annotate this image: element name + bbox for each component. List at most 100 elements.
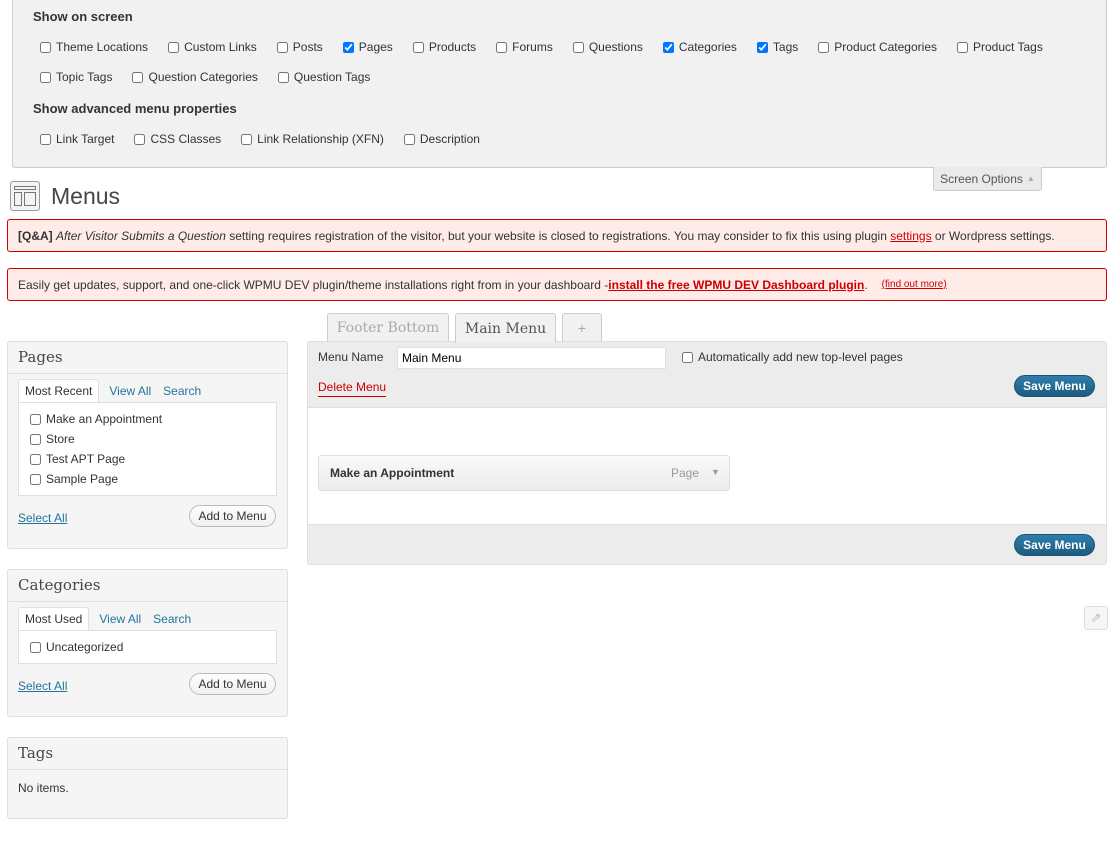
notice-setting: After Visitor Submits a Question (56, 228, 226, 243)
list-item[interactable]: Make an Appointment (30, 412, 162, 426)
chevron-down-icon[interactable]: ▼ (711, 467, 720, 477)
delete-menu-link[interactable]: Delete Menu (318, 380, 387, 397)
option-questions[interactable]: Questions (572, 40, 643, 54)
checkbox[interactable] (40, 133, 51, 145)
add-menu-tab[interactable]: + (562, 313, 602, 342)
checkbox[interactable] (756, 41, 768, 53)
pages-subtabs: Most Recent View All Search (18, 379, 207, 402)
option-link-target[interactable]: Link Target (40, 132, 114, 146)
option-css-classes[interactable]: CSS Classes (134, 132, 221, 146)
checkbox[interactable] (134, 133, 146, 145)
option-custom-links[interactable]: Custom Links (168, 40, 257, 54)
checkbox[interactable] (132, 71, 144, 83)
checkbox[interactable] (342, 41, 354, 53)
checkbox[interactable] (168, 41, 180, 53)
share-icon[interactable]: ⇗ (1084, 606, 1108, 630)
menus-icon (10, 181, 40, 211)
checkbox[interactable] (30, 453, 41, 465)
page-title: Menus (51, 183, 121, 209)
tab-footer-bottom[interactable]: Footer Bottom (327, 313, 449, 342)
tab-view-all[interactable]: View All (93, 608, 147, 630)
screen-options-panel: Show on screen Theme Locations Custom Li… (12, 0, 1107, 168)
list-item[interactable]: Test APT Page (30, 452, 125, 466)
qa-notice: [Q&A] After Visitor Submits a Question s… (7, 219, 1107, 252)
notice-text: setting requires registration of the vis… (225, 228, 891, 243)
menu-item[interactable]: Make an Appointment Page ▼ (318, 455, 730, 491)
option-categories[interactable]: Categories (662, 40, 737, 54)
checkbox[interactable] (277, 71, 289, 83)
option-theme-locations[interactable]: Theme Locations (40, 40, 148, 54)
option-topic-tags[interactable]: Topic Tags (40, 70, 112, 84)
option-posts[interactable]: Posts (276, 40, 323, 54)
option-tags[interactable]: Tags (756, 40, 798, 54)
checkbox[interactable] (662, 41, 674, 53)
list-item[interactable]: Sample Page (30, 472, 118, 486)
checkbox[interactable] (30, 473, 41, 485)
tab-view-all[interactable]: View All (103, 380, 157, 402)
tab-most-used[interactable]: Most Used (18, 607, 90, 630)
checkbox[interactable] (40, 71, 51, 83)
option-question-tags[interactable]: Question Tags (277, 70, 370, 84)
notice-suffix: or Wordpress settings. (931, 228, 1055, 243)
option-pages[interactable]: Pages (342, 40, 393, 54)
checkbox[interactable] (682, 351, 693, 363)
categories-list: Uncategorized (18, 630, 277, 664)
checkbox[interactable] (496, 41, 508, 53)
tab-main-menu[interactable]: Main Menu (455, 313, 556, 343)
option-product-categories[interactable]: Product Categories (818, 40, 937, 54)
checkbox[interactable] (572, 41, 584, 53)
tab-most-recent[interactable]: Most Recent (18, 379, 100, 402)
option-question-categories[interactable]: Question Categories (132, 70, 258, 84)
wpmu-notice: Easily get updates, support, and one-cli… (7, 268, 1107, 301)
install-dashboard-link[interactable]: install the free WPMU DEV Dashboard plug… (608, 278, 864, 292)
menu-header: Menu Name Automatically add new top-leve… (308, 342, 1106, 408)
save-menu-button[interactable]: Save Menu (1014, 534, 1095, 556)
option-description[interactable]: Description (403, 132, 480, 146)
checkbox[interactable] (403, 133, 415, 145)
tab-search[interactable]: Search (157, 380, 207, 402)
menu-editor: Menu Name Automatically add new top-leve… (307, 341, 1107, 565)
tab-search[interactable]: Search (147, 608, 197, 630)
categories-subtabs: Most Used View All Search (18, 607, 197, 630)
find-out-more-link[interactable]: (find out more) (882, 279, 947, 290)
pages-list: Make an Appointment Store Test APT Page … (18, 402, 277, 496)
auto-add-pages-option[interactable]: Automatically add new top-level pages (682, 350, 903, 364)
show-on-screen-row-1: Theme Locations Custom Links Posts Pages… (36, 40, 1043, 54)
select-all-link[interactable]: Select All (18, 511, 67, 525)
checkbox[interactable] (30, 433, 41, 445)
add-to-menu-button[interactable]: Add to Menu (189, 505, 276, 527)
pages-box-title: Pages (18, 348, 63, 366)
option-product-tags[interactable]: Product Tags (957, 40, 1043, 54)
save-menu-button[interactable]: Save Menu (1014, 375, 1095, 397)
checkbox[interactable] (30, 413, 41, 425)
screen-options-toggle[interactable]: Screen Options ▲ (933, 167, 1042, 191)
pages-metabox: Pages Most Recent View All Search Make a… (7, 341, 288, 549)
screen-options-label: Screen Options (940, 171, 1023, 186)
tags-metabox: Tags No items. (7, 737, 288, 819)
caret-up-icon: ▲ (1026, 174, 1035, 183)
settings-link[interactable]: settings (890, 229, 931, 243)
checkbox[interactable] (276, 41, 288, 53)
advanced-properties-heading: Show advanced menu properties (33, 101, 237, 116)
notice-text: Easily get updates, support, and one-cli… (18, 277, 609, 292)
checkbox[interactable] (818, 41, 830, 53)
list-item[interactable]: Store (30, 432, 75, 446)
checkbox[interactable] (241, 133, 253, 145)
checkbox[interactable] (412, 41, 424, 53)
show-on-screen-row-2: Topic Tags Question Categories Question … (36, 70, 370, 84)
option-products[interactable]: Products (412, 40, 476, 54)
no-items-text: No items. (18, 781, 69, 795)
add-to-menu-button[interactable]: Add to Menu (189, 673, 276, 695)
checkbox[interactable] (30, 641, 41, 653)
list-item[interactable]: Uncategorized (30, 640, 123, 654)
option-link-relationship[interactable]: Link Relationship (XFN) (241, 132, 384, 146)
checkbox[interactable] (40, 41, 51, 53)
select-all-link[interactable]: Select All (18, 679, 67, 693)
checkbox[interactable] (957, 41, 968, 53)
notice-prefix: [Q&A] (18, 228, 53, 243)
show-on-screen-heading: Show on screen (33, 9, 133, 24)
menu-name-input[interactable] (397, 347, 666, 369)
menu-name-label: Menu Name (318, 350, 384, 364)
notice-period: . (864, 277, 868, 292)
option-forums[interactable]: Forums (496, 40, 553, 54)
